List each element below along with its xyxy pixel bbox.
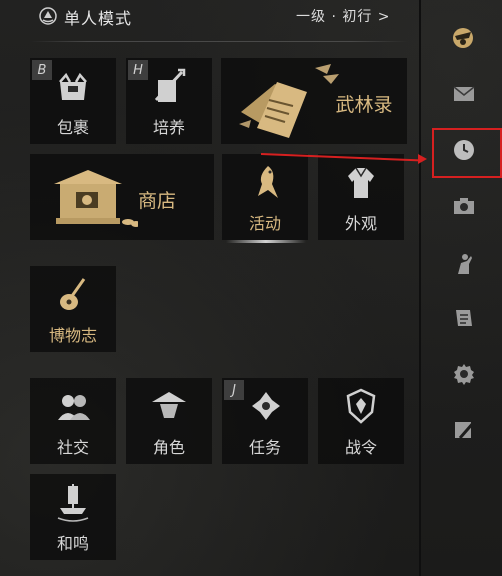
shop-tile[interactable]: 商店 [30, 154, 214, 240]
activity-label: 活动 [248, 214, 281, 233]
shop-icon [54, 170, 138, 227]
social-icon [58, 395, 90, 420]
social-tile[interactable]: 社交 [30, 378, 116, 464]
shield-icon [346, 388, 376, 424]
hotkey-badge: B [32, 60, 52, 80]
activity-tile[interactable]: 活动 [222, 154, 308, 240]
appearance-label: 外观 [344, 214, 377, 233]
boat-icon [57, 484, 89, 522]
header-divider [30, 41, 408, 42]
camera-icon[interactable] [452, 194, 476, 218]
single-player-icon [39, 7, 57, 25]
bag-label: 包裹 [56, 118, 89, 137]
museum-label: 博物志 [48, 326, 97, 345]
gear-icon[interactable] [452, 362, 476, 386]
bamboo-hat-icon [152, 392, 186, 418]
level-link[interactable]: 一级 · 初行 > [296, 6, 391, 26]
quest-label: 任务 [248, 438, 281, 457]
quest-tile[interactable]: J 任务 [222, 378, 308, 464]
quest-icon [252, 392, 280, 420]
character-tile[interactable]: 角色 [126, 378, 212, 464]
harmony-tile[interactable]: 和鸣 [30, 474, 116, 560]
cultivate-tile[interactable]: H 培养 [126, 58, 212, 144]
mode-label: 单人模式 [64, 9, 133, 28]
activity-highlight-bar [226, 240, 306, 243]
battle-pass-label: 战令 [344, 438, 377, 457]
edit-icon[interactable] [452, 418, 476, 442]
bag-tile[interactable]: B 包裹 [30, 58, 116, 144]
annotation-highlight-box [432, 128, 502, 178]
sidebar-divider [419, 0, 421, 576]
bag-icon [59, 72, 87, 100]
cultivate-icon [154, 68, 186, 102]
appearance-tile[interactable]: 外观 [318, 154, 404, 240]
social-label: 社交 [56, 438, 89, 457]
swallow-icon [258, 166, 278, 198]
battle-pass-tile[interactable]: 战令 [318, 378, 404, 464]
shop-label: 商店 [138, 190, 177, 212]
hotkey-badge: H [128, 60, 148, 80]
lute-icon [60, 278, 86, 310]
scroll-icon[interactable] [452, 306, 476, 330]
avatar-icon[interactable] [451, 26, 475, 50]
figure-icon[interactable] [452, 252, 476, 276]
museum-tile[interactable]: 博物志 [30, 266, 116, 352]
outfit-icon [348, 167, 374, 198]
martial-record-label: 武林录 [335, 94, 393, 116]
harmony-label: 和鸣 [56, 534, 89, 553]
mail-icon[interactable] [452, 82, 476, 106]
header: 单人模式 一级 · 初行 > [0, 0, 408, 34]
annotation-arrow-head [418, 154, 427, 164]
martial-record-tile[interactable]: 武林录 [221, 58, 407, 144]
hotkey-badge: J [224, 380, 244, 400]
cultivate-label: 培养 [152, 118, 185, 137]
character-label: 角色 [152, 438, 185, 457]
